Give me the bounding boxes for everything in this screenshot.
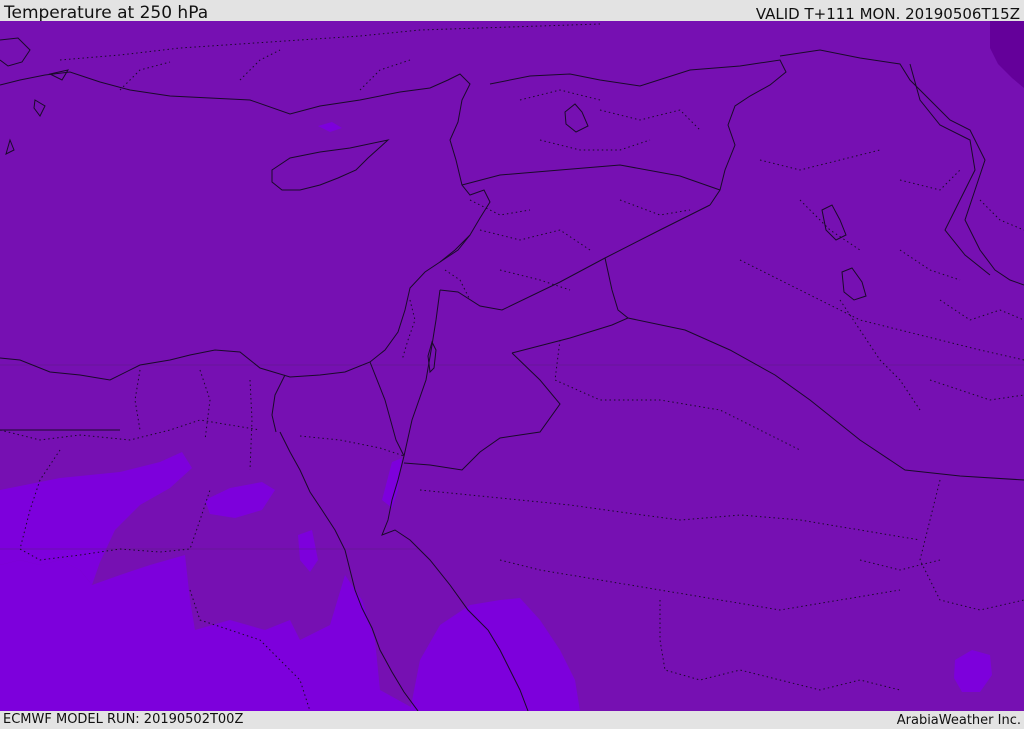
weather-map[interactable] <box>0 21 1024 711</box>
map-title: Temperature at 250 hPa <box>4 3 209 23</box>
temperature-map-svg <box>0 21 1024 711</box>
header-bar: Temperature at 250 hPa VALID T+111 MON. … <box>0 0 1024 23</box>
model-run-label: ECMWF MODEL RUN: 20190502T00Z <box>3 712 244 727</box>
credit-label: ArabiaWeather Inc. <box>896 713 1021 728</box>
footer-bar: ECMWF MODEL RUN: 20190502T00Z ArabiaWeat… <box>0 711 1024 729</box>
